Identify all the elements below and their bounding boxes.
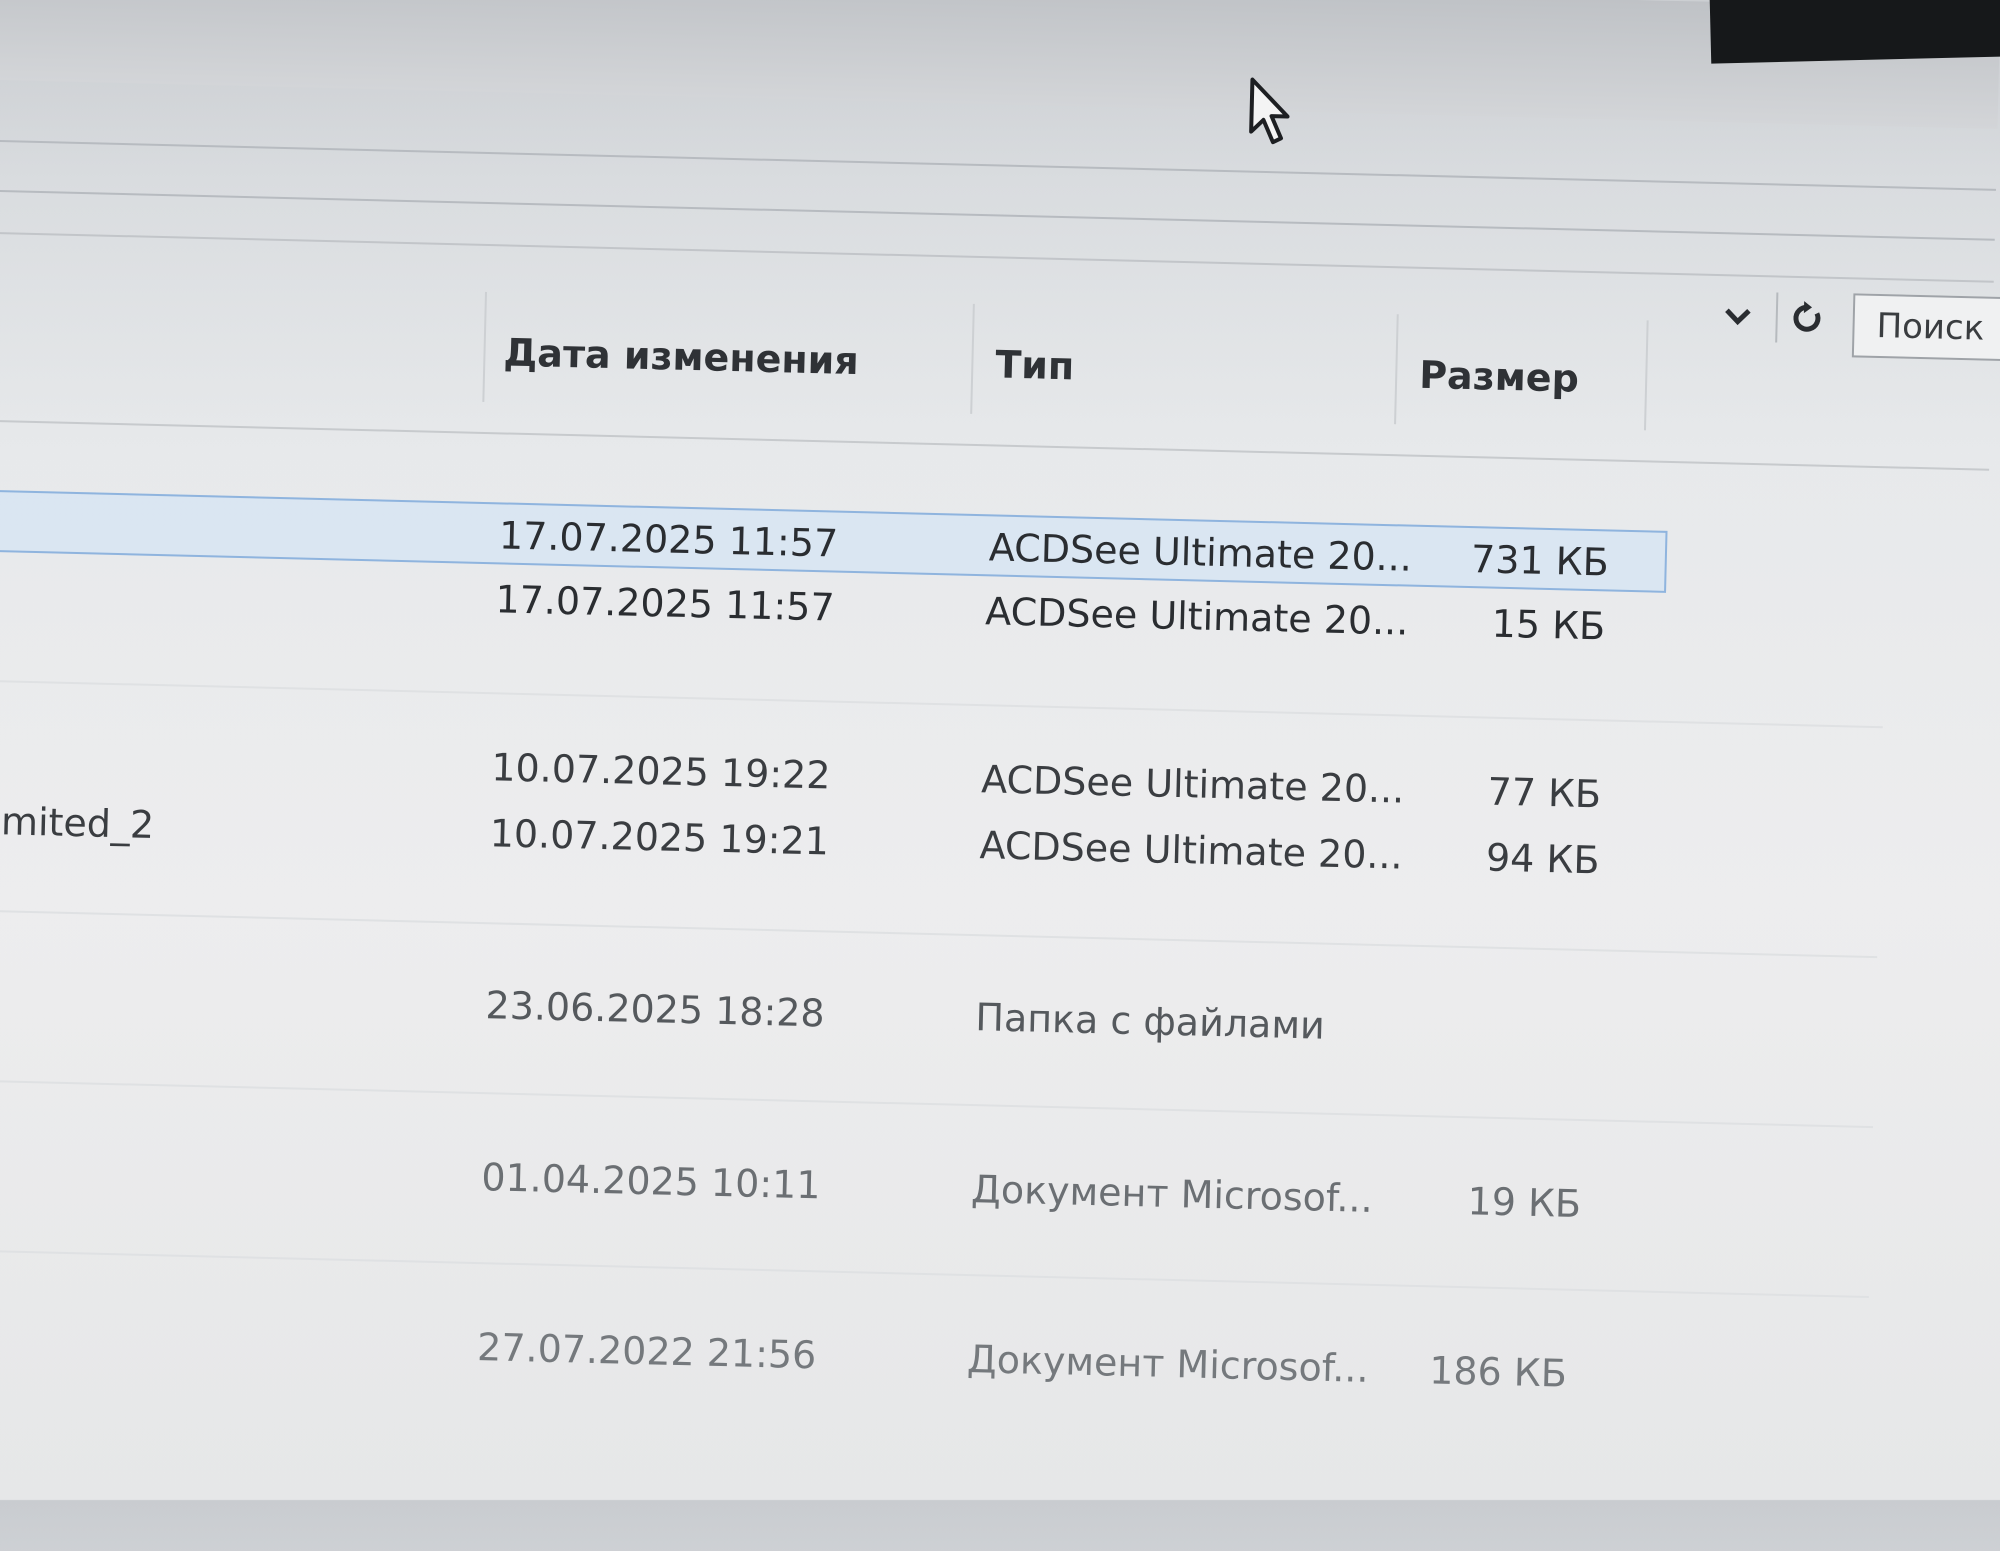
file-date: 01.04.2025 10:11	[480, 1155, 821, 1208]
file-size: 731 КБ	[1470, 537, 1610, 585]
file-size: 15 КБ	[1491, 601, 1606, 649]
monitor-bezel	[1708, 0, 2000, 64]
table-row[interactable]: 23.06.2025 18:28 Папка с файлами	[0, 962, 1656, 1065]
file-list: 17.07.2025 11:57 ACDSee Ultimate 20... 7…	[0, 0, 1999, 1548]
file-size	[1415, 997, 1596, 1063]
row-separator	[0, 1249, 1869, 1299]
file-date: 27.07.2022 21:56	[476, 1325, 817, 1378]
file-explorer-window: Поиск Дата изменения Тип Размер 17.07.20…	[0, 0, 2000, 1548]
file-size: 186 КБ	[1428, 1348, 1568, 1396]
file-name: limited_2	[0, 798, 155, 848]
file-type: ACDSee Ultimate 20...	[984, 589, 1409, 644]
file-size: 94 КБ	[1485, 835, 1600, 883]
file-type: Папка с файлами	[974, 995, 1326, 1048]
file-size: 77 КБ	[1487, 769, 1602, 817]
file-type: ACDSee Ultimate 20...	[988, 525, 1413, 580]
row-separator	[0, 1079, 1874, 1129]
table-row[interactable]: 27.07.2022 21:56 Документ Microsof... 18…	[0, 1304, 1648, 1407]
file-type: Документ Microsof...	[966, 1337, 1370, 1391]
file-type: Документ Microsof...	[970, 1167, 1374, 1221]
file-size: 19 КБ	[1467, 1179, 1582, 1226]
file-date: 17.07.2025 11:57	[494, 577, 836, 630]
file-date: 10.07.2025 19:22	[490, 745, 832, 798]
table-row[interactable]: 01.04.2025 10:11 Документ Microsof... 19…	[0, 1134, 1652, 1237]
file-date: 10.07.2025 19:21	[489, 811, 830, 864]
row-separator	[0, 679, 1883, 729]
file-type: ACDSee Ultimate 20...	[979, 823, 1404, 878]
file-type: ACDSee Ultimate 20...	[980, 757, 1405, 812]
file-date: 17.07.2025 11:57	[498, 513, 839, 566]
file-date: 23.06.2025 18:28	[485, 983, 826, 1036]
row-separator	[0, 909, 1878, 959]
